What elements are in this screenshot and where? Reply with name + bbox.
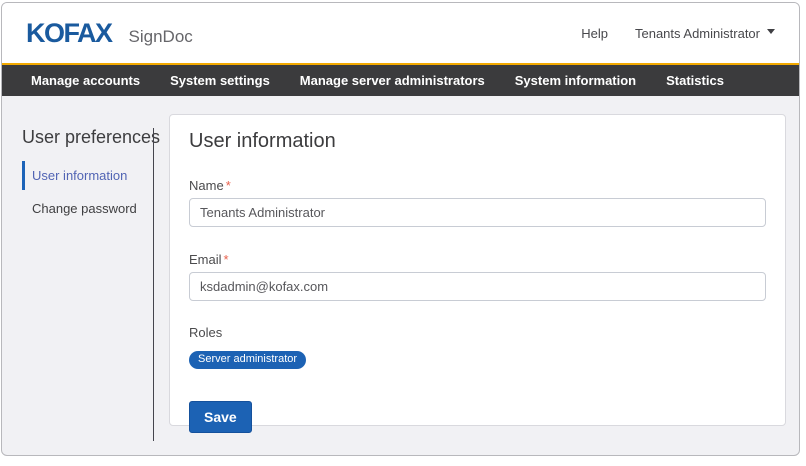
main-navigation: Manage accounts System settings Manage s… xyxy=(2,63,799,96)
sidebar-item-change-password[interactable]: Change password xyxy=(22,194,153,223)
header-actions: Help Tenants Administrator xyxy=(581,26,775,41)
save-button[interactable]: Save xyxy=(189,401,252,433)
sidebar-item-user-information[interactable]: User information xyxy=(22,161,153,190)
product-name: SignDoc xyxy=(129,27,193,47)
roles-label: Roles xyxy=(189,325,766,340)
email-label: Email* xyxy=(189,252,766,267)
name-label-text: Name xyxy=(189,178,224,193)
email-label-text: Email xyxy=(189,252,222,267)
name-required-marker: * xyxy=(226,178,231,193)
app-window: KOFAX SignDoc Help Tenants Administrator… xyxy=(1,2,800,456)
nav-item-system-settings[interactable]: System settings xyxy=(170,73,270,88)
nav-item-system-information[interactable]: System information xyxy=(515,73,636,88)
caret-down-icon xyxy=(767,29,775,34)
email-input[interactable] xyxy=(189,272,766,301)
sidebar-title: User preferences xyxy=(22,127,153,148)
email-field-group: Email* xyxy=(189,252,766,301)
user-information-panel: User information Name* Email* Roles Serv… xyxy=(169,114,786,426)
sidebar-list: User information Change password xyxy=(22,161,153,223)
role-badge-server-administrator: Server administrator xyxy=(189,351,306,369)
nav-item-manage-server-administrators[interactable]: Manage server administrators xyxy=(300,73,485,88)
user-menu-label: Tenants Administrator xyxy=(635,26,760,41)
email-required-marker: * xyxy=(224,252,229,267)
kofax-logo[interactable]: KOFAX xyxy=(26,18,112,49)
name-field-group: Name* xyxy=(189,178,766,227)
page-title: User information xyxy=(189,129,766,153)
roles-section: Roles Server administrator xyxy=(189,325,766,369)
top-header: KOFAX SignDoc Help Tenants Administrator xyxy=(2,3,799,63)
help-link[interactable]: Help xyxy=(581,26,608,41)
nav-item-manage-accounts[interactable]: Manage accounts xyxy=(31,73,140,88)
user-menu-dropdown[interactable]: Tenants Administrator xyxy=(635,26,775,41)
sidebar: User preferences User information Change… xyxy=(2,96,153,227)
nav-item-statistics[interactable]: Statistics xyxy=(666,73,724,88)
brand: KOFAX SignDoc xyxy=(26,18,193,49)
actions-row: Save xyxy=(189,369,766,433)
page-body: User preferences User information Change… xyxy=(2,96,799,456)
name-input[interactable] xyxy=(189,198,766,227)
name-label: Name* xyxy=(189,178,766,193)
sidebar-divider xyxy=(153,128,154,441)
